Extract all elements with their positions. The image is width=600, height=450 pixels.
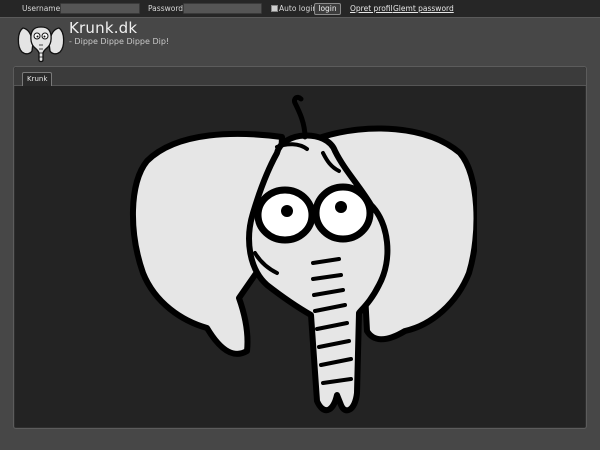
tab-krunk[interactable]: Krunk (22, 72, 53, 86)
login-bar: Username: Password: Auto login login Opr… (0, 0, 600, 18)
elephant-head-illustration (129, 94, 477, 414)
forgot-password-link[interactable]: Glemt password (393, 4, 454, 13)
elephant-logo-icon[interactable] (17, 23, 65, 63)
password-label: Password: (148, 4, 186, 13)
auto-login-checkbox[interactable] (271, 5, 278, 12)
password-input[interactable] (183, 3, 262, 14)
login-button[interactable]: login (314, 3, 341, 15)
username-input[interactable] (60, 3, 140, 14)
tab-strip: Krunk (14, 67, 586, 86)
username-label: Username: (22, 4, 63, 13)
create-profile-link[interactable]: Opret profil (350, 4, 393, 13)
auto-login-label: Auto login (279, 4, 318, 13)
site-tagline: - Dippe Dippe Dippe Dip! (69, 37, 170, 46)
content-area (15, 86, 585, 427)
site-title[interactable]: Krunk.dk (69, 19, 137, 37)
main-panel: Krunk (13, 66, 587, 429)
